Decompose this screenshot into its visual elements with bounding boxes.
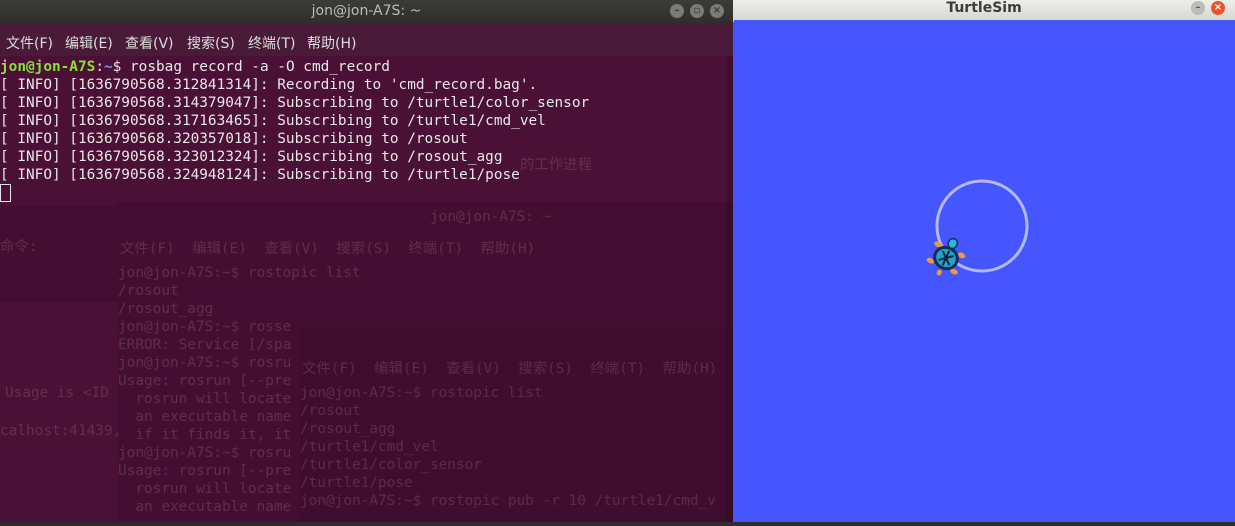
close-button[interactable]: ×	[710, 4, 724, 18]
minimize-button[interactable]: –	[670, 4, 684, 18]
ghost-left-line: calhost:41439,	[0, 423, 122, 439]
ghost-line: /turtle1/color_sensor	[300, 457, 482, 473]
output-line: [ INFO] [1636790568.320357018]: Subscrib…	[0, 131, 468, 147]
command-text: rosbag record -a -O cmd_record	[130, 59, 390, 75]
ghost-line: jon@jon-A7S:~$ rosse	[118, 319, 292, 335]
ghost-line: /rosout	[300, 403, 361, 419]
terminal-lines: jon@jon-A7S:~$ rosbag record -a -O cmd_r…	[0, 58, 589, 202]
prompt-path: ~	[103, 59, 113, 75]
menu-view[interactable]: 查看(V)	[125, 33, 174, 53]
ghost-menu-b: 文件(F) 编辑(E) 查看(V) 搜索(S) 终端(T) 帮助(H)	[302, 361, 718, 377]
prompt-symbol: $	[112, 59, 122, 75]
turtlesim-window[interactable]: TurtleSim – ×	[733, 0, 1235, 522]
menu-edit[interactable]: 编辑(E)	[65, 33, 113, 53]
ghost-line: /turtle1/cmd_vel	[300, 439, 439, 455]
ghost-line: jon@jon-A7S:~$ rosru	[118, 355, 292, 371]
ghost-title: jon@jon-A7S: ~	[430, 209, 552, 225]
terminal-menubar: 文件(F) 编辑(E) 查看(V) 搜索(S) 终端(T) 帮助(H)	[0, 24, 733, 56]
terminal-titlebar[interactable]: jon@jon-A7S: ~ – ▫ ×	[0, 0, 733, 24]
ghost-line: /rosout	[118, 283, 179, 299]
ghost-line: jon@jon-A7S:~$ rostopic pub -r 10 /turtl…	[300, 493, 716, 509]
ghost-line: /rosout_agg	[300, 421, 396, 437]
turtlesim-title: TurtleSim	[946, 0, 1022, 16]
turtlesim-titlebar[interactable]: TurtleSim – ×	[733, 0, 1235, 20]
command-line: jon@jon-A7S:~$ rosbag record -a -O cmd_r…	[0, 58, 589, 76]
ghost-block-b: jon@jon-A7S:~$ rostopic list /rosout /ro…	[300, 384, 716, 510]
ghost-line: /rosout_agg	[118, 301, 214, 317]
turtle-icon	[926, 237, 966, 276]
close-button[interactable]: ×	[1211, 1, 1225, 15]
terminal-title: jon@jon-A7S: ~	[311, 3, 422, 19]
minimize-button[interactable]: –	[1191, 1, 1205, 15]
output-line: [ INFO] [1636790568.312841314]: Recordin…	[0, 77, 538, 93]
menu-help[interactable]: 帮助(H)	[307, 33, 356, 53]
turtlesim-drawing	[926, 179, 1029, 276]
ghost-left-line: Usage is <ID	[5, 385, 109, 401]
ghost-menu-a: 文件(F) 编辑(E) 查看(V) 搜索(S) 终端(T) 帮助(H)	[120, 241, 536, 257]
output-line: [ INFO] [1636790568.317163465]: Subscrib…	[0, 113, 546, 129]
text-cursor	[0, 184, 11, 202]
maximize-button[interactable]: ▫	[690, 4, 704, 18]
menu-search[interactable]: 搜索(S)	[187, 33, 235, 53]
output-line: [ INFO] [1636790568.324948124]: Subscrib…	[0, 167, 520, 183]
prompt-separator: :	[95, 59, 104, 75]
turtlesim-canvas	[733, 22, 1235, 522]
terminal-output[interactable]: 的工作进程 jon@jon-A7S: ~ 文件(F) 编辑(E) 查看(V) 搜…	[0, 56, 733, 522]
output-line: [ INFO] [1636790568.323012324]: Subscrib…	[0, 149, 503, 165]
menu-terminal[interactable]: 终端(T)	[248, 33, 295, 53]
ghost-line: jon@jon-A7S:~$ rostopic list	[118, 265, 361, 281]
menu-file[interactable]: 文件(F)	[6, 33, 53, 53]
cursor-line	[0, 184, 589, 202]
ghost-line: /turtle1/pose	[300, 475, 413, 491]
ghost-line: ERROR: Service [/spa	[118, 337, 292, 353]
ghost-line: jon@jon-A7S:~$ rostopic list	[300, 385, 543, 401]
prompt-user: jon@jon-A7S	[0, 59, 96, 75]
ghost-left-line: 命令:	[0, 239, 38, 255]
output-line: [ INFO] [1636790568.314379047]: Subscrib…	[0, 95, 590, 111]
terminal-window[interactable]: jon@jon-A7S: ~ – ▫ × 文件(F) 编辑(E) 查看(V) 搜…	[0, 0, 733, 522]
